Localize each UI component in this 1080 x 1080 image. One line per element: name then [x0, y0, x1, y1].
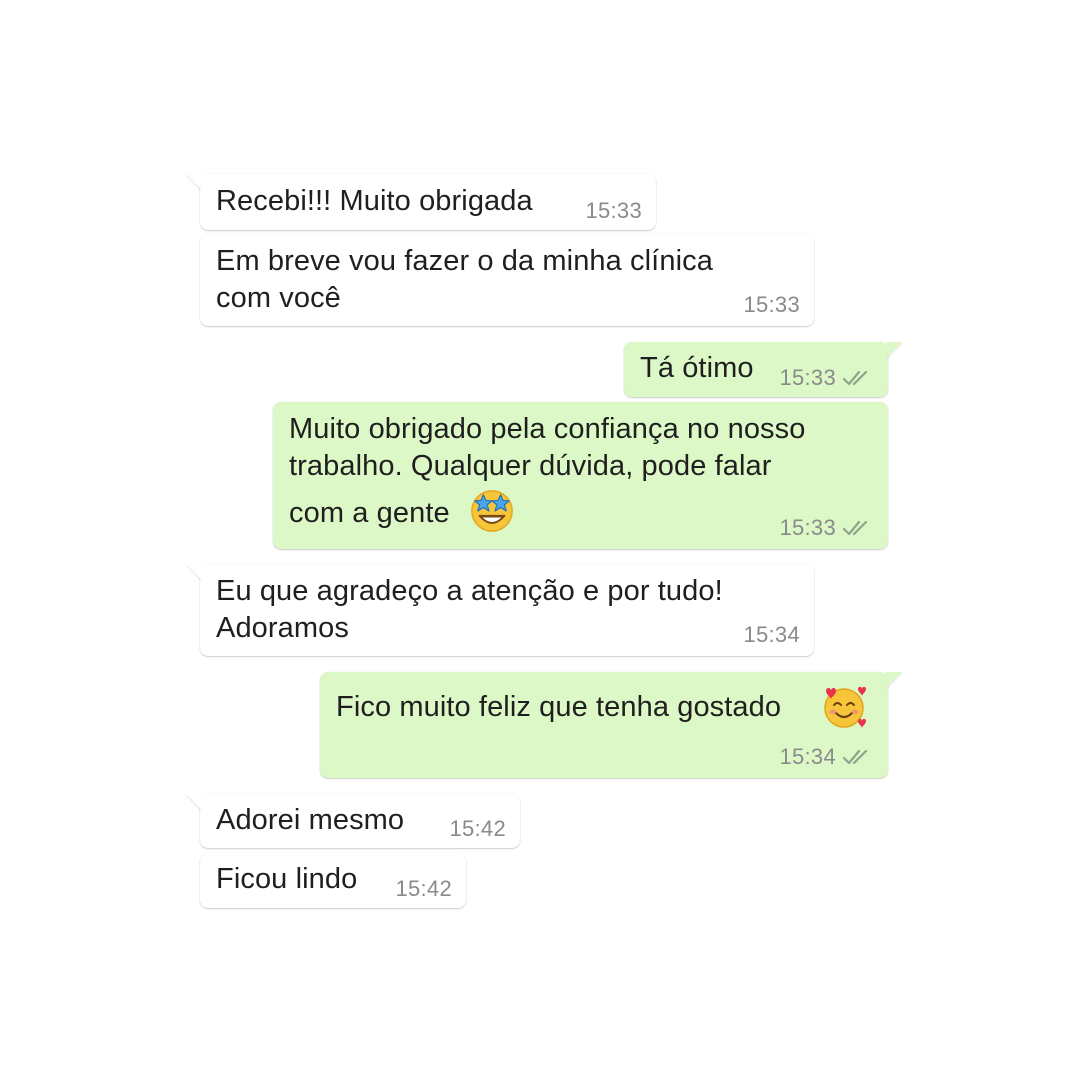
message-text: Muito obrigado pela confiança no nosso	[289, 413, 806, 445]
message-text: Recebi!!! Muito obrigada	[216, 185, 533, 217]
message-timestamp: 15:42	[449, 816, 506, 841]
message-bubble-outgoing[interactable]: Fico muito feliz que tenha gostado 15:34	[320, 672, 888, 778]
message-meta: 15:34	[743, 622, 800, 648]
message-text: Tá ótimo	[640, 352, 754, 384]
message-bubble-outgoing[interactable]: Tá ótimo 15:33	[624, 342, 888, 397]
message-text: Eu que agradeço a atenção e por tudo!	[216, 575, 723, 607]
message-meta: 15:33	[779, 365, 874, 391]
smiling-face-with-hearts-emoji-icon	[824, 686, 866, 728]
message-bubble-incoming[interactable]: Em breve vou fazer o da minha clínica co…	[200, 234, 814, 326]
message-meta: 15:33	[585, 198, 642, 224]
message-bubble-incoming[interactable]: Adorei mesmo 15:42	[200, 794, 520, 848]
message-text: Adoramos	[216, 612, 349, 644]
message-meta: 15:42	[449, 816, 506, 842]
message-meta: 15:33	[743, 292, 800, 318]
message-timestamp: 15:33	[779, 515, 836, 540]
message-timestamp: 15:33	[779, 365, 836, 390]
message-timestamp: 15:34	[779, 744, 836, 769]
message-bubble-incoming[interactable]: Ficou lindo 15:42	[200, 853, 466, 908]
message-text: com você	[216, 282, 341, 314]
message-timestamp: 15:33	[743, 292, 800, 317]
message-timestamp: 15:33	[585, 198, 642, 223]
message-timestamp: 15:34	[743, 622, 800, 647]
double-check-icon	[842, 370, 868, 386]
message-text: trabalho. Qualquer dúvida, pode falar	[289, 450, 772, 482]
star-struck-emoji-icon	[471, 490, 513, 532]
message-bubble-incoming[interactable]: Eu que agradeço a atenção e por tudo! Ad…	[200, 564, 814, 656]
message-meta: 15:42	[395, 876, 452, 902]
message-text: Ficou lindo	[216, 863, 358, 895]
double-check-icon	[842, 520, 868, 536]
message-bubble-outgoing[interactable]: Muito obrigado pela confiança no nosso t…	[273, 402, 888, 549]
message-timestamp: 15:42	[395, 876, 452, 901]
message-text: Fico muito feliz que tenha gostado	[336, 691, 782, 723]
message-meta: 15:33	[779, 515, 874, 541]
message-meta: 15:34	[779, 744, 874, 770]
message-text: com a gente	[289, 497, 450, 529]
message-bubble-incoming[interactable]: Recebi!!! Muito obrigada 15:33	[200, 174, 656, 230]
message-text: Em breve vou fazer o da minha clínica	[216, 245, 713, 277]
message-text: Adorei mesmo	[216, 804, 405, 836]
double-check-icon	[842, 749, 868, 765]
